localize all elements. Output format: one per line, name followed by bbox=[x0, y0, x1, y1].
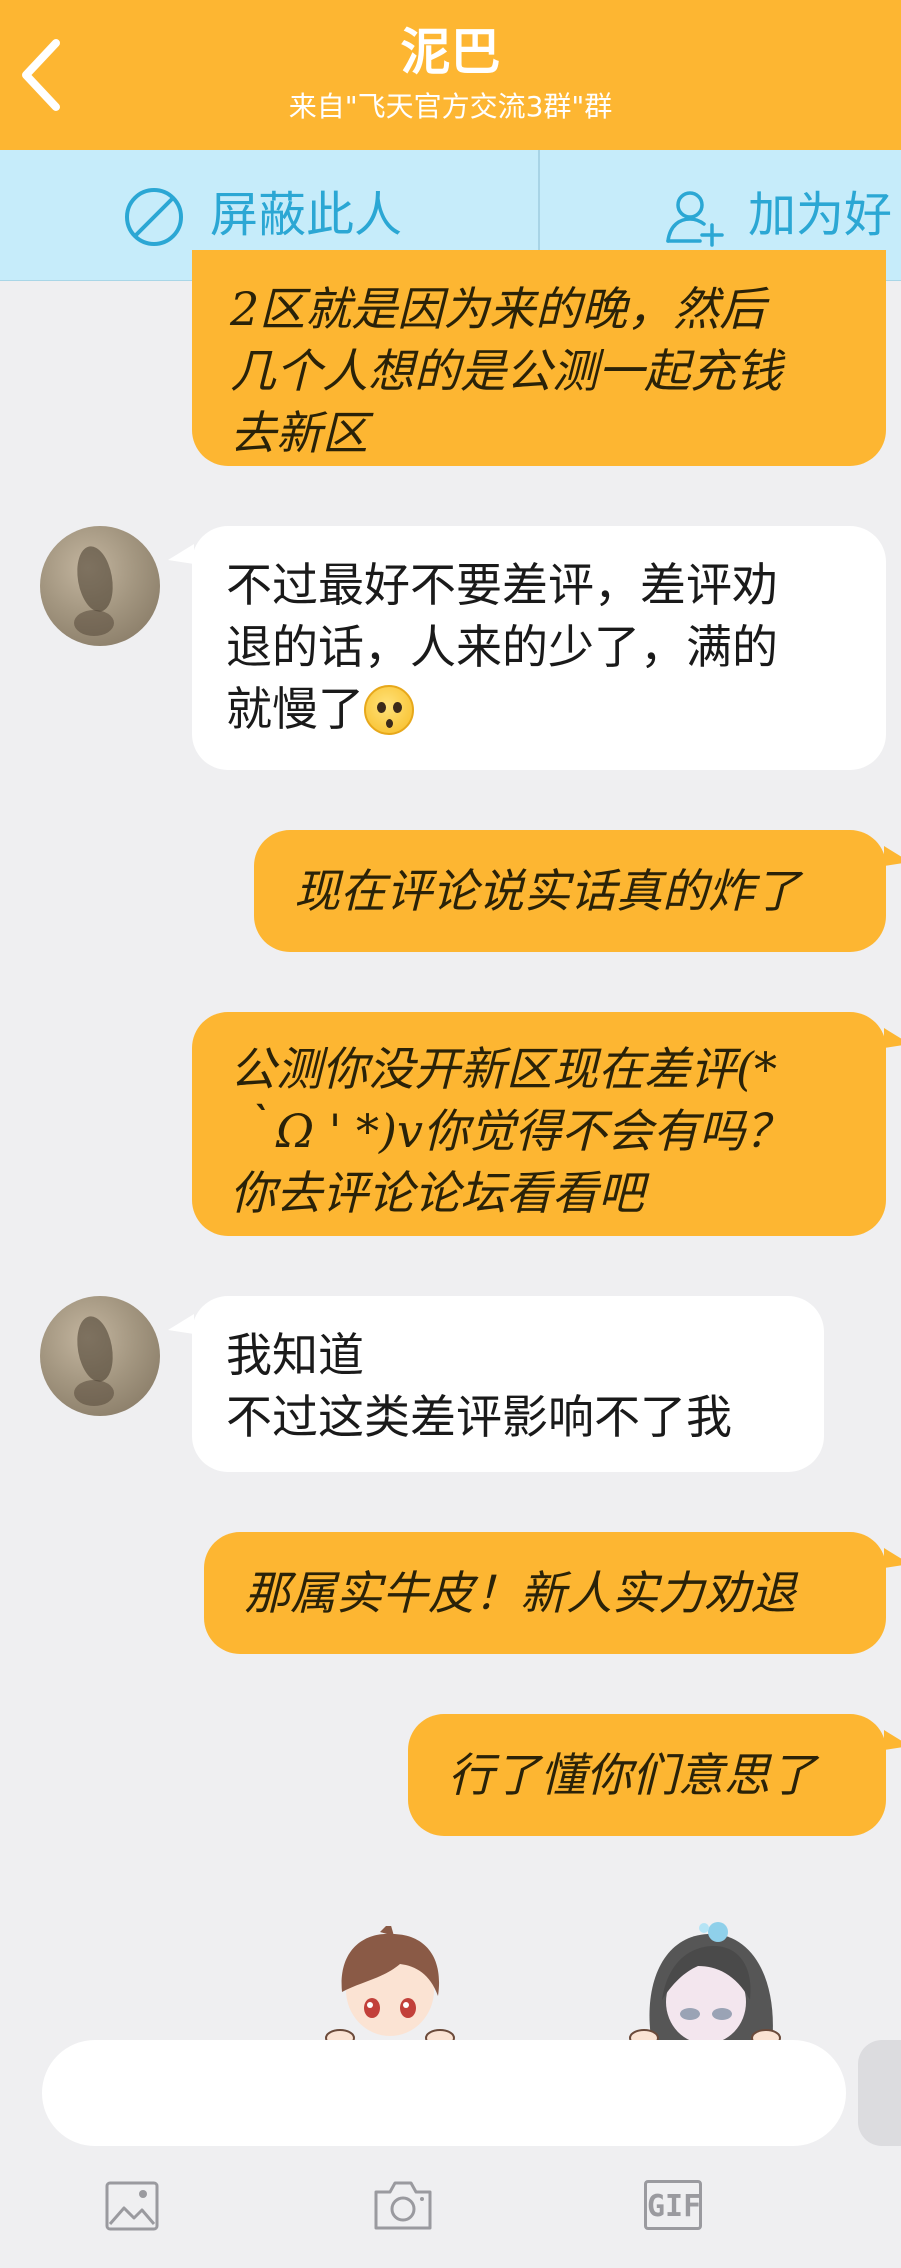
image-icon bbox=[105, 2181, 159, 2231]
bubble-tail bbox=[884, 1548, 901, 1568]
message-bubble-outgoing[interactable]: 2区就是因为来的晚，然后 几个人想的是公测一起充钱 去新区 bbox=[192, 250, 886, 466]
chat-title: 泥巴 bbox=[400, 23, 501, 81]
message-bubble-incoming[interactable]: 不过最好不要差评，差评劝 退的话，人来的少了，满的 就慢了 bbox=[192, 526, 886, 770]
camera-button[interactable] bbox=[372, 2178, 434, 2232]
sweat-emoji-icon bbox=[364, 685, 414, 735]
block-icon bbox=[125, 188, 183, 246]
bubble-tail bbox=[884, 846, 901, 866]
gif-button[interactable]: GIF bbox=[644, 2180, 702, 2230]
image-button[interactable] bbox=[104, 2180, 160, 2232]
avatar[interactable] bbox=[40, 1296, 160, 1416]
avatar[interactable] bbox=[40, 526, 160, 646]
message-bubble-outgoing[interactable]: 公测你没开新区现在差评(* ｀Ω ' *)v你觉得不会有吗？ 你去评论论坛看看吧 bbox=[192, 1012, 886, 1236]
add-friend-label: 加为好 bbox=[748, 187, 893, 243]
message-input[interactable] bbox=[42, 2040, 846, 2146]
message-bubble-incoming[interactable]: 我知道 不过这类差评影响不了我 bbox=[192, 1296, 824, 1472]
message-bubble-outgoing[interactable]: 那属实牛皮！新人实力劝退 bbox=[204, 1532, 886, 1654]
add-friend-icon bbox=[666, 191, 724, 247]
gif-label: GIF bbox=[647, 2189, 702, 2224]
bubble-tail bbox=[884, 1028, 901, 1048]
camera-icon bbox=[374, 2181, 432, 2230]
chat-subtitle: 来自"飞天官方交流3群"群 bbox=[288, 90, 613, 123]
message-bubble-outgoing[interactable]: 现在评论说实话真的炸了 bbox=[254, 830, 886, 952]
chat-header: 泥巴 来自"飞天官方交流3群"群 bbox=[0, 0, 901, 150]
peeking-girl-sticker bbox=[629, 1922, 781, 2044]
send-button[interactable] bbox=[858, 2040, 901, 2146]
message-text: 不过最好不要差评，差评劝 退的话，人来的少了，满的 就慢了 bbox=[226, 558, 778, 736]
bubble-tail bbox=[884, 1730, 901, 1750]
block-user-label: 屏蔽此人 bbox=[210, 187, 403, 243]
peeking-boy-sticker bbox=[325, 1926, 455, 2044]
bubble-tail bbox=[168, 1314, 194, 1334]
message-bubble-outgoing[interactable]: 行了懂你们意思了 bbox=[408, 1714, 886, 1836]
bubble-tail bbox=[168, 544, 194, 564]
